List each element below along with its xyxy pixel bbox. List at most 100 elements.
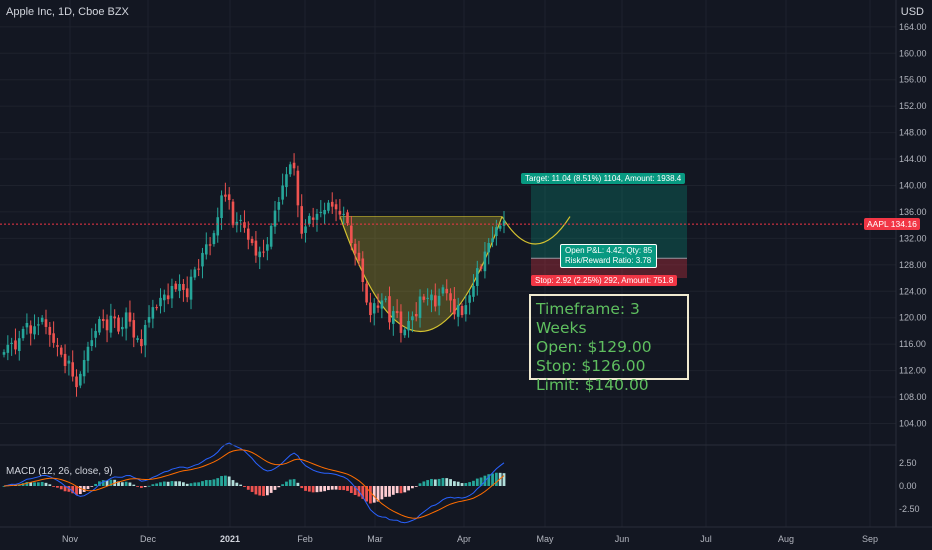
time-tick: Dec bbox=[140, 534, 157, 544]
time-tick: Jun bbox=[615, 534, 630, 544]
macd-histogram-bar bbox=[162, 481, 166, 486]
macd-histogram-bar bbox=[166, 481, 170, 486]
candle-body bbox=[105, 319, 109, 331]
candle-body bbox=[388, 296, 391, 323]
candle-body bbox=[456, 305, 460, 317]
candle-body bbox=[323, 209, 326, 215]
candle-body bbox=[185, 288, 189, 298]
candle-body bbox=[40, 317, 44, 322]
macd-histogram-bar bbox=[273, 486, 277, 490]
candle-body bbox=[128, 312, 132, 322]
candle-body bbox=[86, 346, 90, 361]
symbol-name: AAPL bbox=[867, 219, 889, 230]
price-tick: 120.00 bbox=[899, 313, 927, 323]
macd-tick: 0.00 bbox=[899, 481, 917, 491]
candle-body bbox=[273, 210, 277, 227]
time-tick: May bbox=[536, 534, 554, 544]
macd-histogram-bar bbox=[258, 486, 262, 496]
macd-histogram-bar bbox=[346, 486, 349, 491]
candle-body bbox=[418, 296, 422, 318]
candle-body bbox=[182, 283, 185, 290]
macd-histogram-bar bbox=[304, 486, 307, 491]
macd-histogram-bar bbox=[296, 482, 300, 486]
candle-body bbox=[239, 219, 242, 221]
macd-histogram-bar bbox=[120, 482, 124, 486]
candle-body bbox=[372, 303, 376, 314]
candle-body bbox=[266, 244, 269, 251]
macd-histogram-bar bbox=[334, 486, 338, 490]
price-chart[interactable]: 104.00 108.00 112.00 116.00 120.00 124.00 128.… bbox=[0, 0, 932, 550]
candle-body bbox=[475, 268, 479, 286]
macd-histogram-bar bbox=[185, 483, 189, 486]
candle-body bbox=[464, 305, 468, 315]
price-tick: 136.00 bbox=[899, 207, 927, 217]
macd-histogram-bar bbox=[494, 472, 498, 486]
macd-histogram-bar bbox=[52, 486, 56, 487]
candle-body bbox=[56, 345, 59, 347]
candle-body bbox=[201, 252, 204, 267]
candle-body bbox=[136, 338, 139, 340]
macd-histogram-bar bbox=[300, 486, 304, 489]
time-tick: 2021 bbox=[220, 534, 240, 544]
risk-reward-line: Risk/Reward Ratio: 3.78 bbox=[565, 256, 652, 265]
price-tick: 164.00 bbox=[899, 22, 927, 32]
candle-body bbox=[17, 338, 21, 352]
macd-histogram-bar bbox=[472, 480, 475, 486]
candle-body bbox=[82, 360, 86, 377]
candle-body bbox=[453, 298, 456, 315]
macd-histogram-bar bbox=[208, 480, 212, 486]
currency-label[interactable]: USD bbox=[901, 6, 924, 18]
candle-body bbox=[472, 285, 475, 297]
candle-body bbox=[441, 287, 445, 294]
limit-text: Limit: $140.00 bbox=[536, 376, 649, 394]
candle-body bbox=[468, 295, 471, 303]
macd-histogram-bar bbox=[124, 481, 128, 486]
chart-title: Apple Inc, 1D, Cboe BZX bbox=[6, 6, 129, 18]
price-tick: 140.00 bbox=[899, 180, 927, 190]
price-tick: 108.00 bbox=[899, 392, 927, 402]
macd-histogram-bar bbox=[430, 478, 433, 486]
macd-histogram-bar bbox=[140, 486, 143, 488]
macd-histogram-bar bbox=[143, 486, 147, 488]
candle-body bbox=[411, 316, 414, 321]
macd-histogram-bar bbox=[223, 475, 227, 486]
macd-histogram-bar bbox=[342, 486, 346, 491]
candle-body bbox=[495, 227, 498, 236]
candle-body bbox=[243, 222, 246, 228]
candle-body bbox=[479, 266, 483, 269]
candle-body bbox=[216, 217, 220, 236]
macd-histogram-bar bbox=[330, 486, 334, 490]
macd-legend[interactable]: MACD (12, 26, close, 9) bbox=[6, 466, 113, 477]
candle-body bbox=[246, 228, 250, 240]
candle-body bbox=[334, 204, 338, 210]
candle-body bbox=[155, 307, 158, 309]
candle-body bbox=[140, 338, 143, 347]
macd-histogram-bar bbox=[475, 478, 479, 486]
candle-body bbox=[369, 302, 372, 316]
candle-body bbox=[460, 305, 464, 316]
macd-histogram-bar bbox=[243, 486, 246, 487]
candle-body bbox=[6, 344, 10, 353]
macd-histogram-bar bbox=[449, 479, 452, 486]
candle-body bbox=[52, 333, 55, 343]
candle-body bbox=[422, 296, 426, 300]
candle-body bbox=[403, 329, 407, 336]
macd-histogram-bar bbox=[48, 484, 52, 486]
macd-histogram-bar bbox=[128, 482, 132, 486]
macd-histogram-bar bbox=[407, 486, 410, 491]
candle-body bbox=[330, 201, 334, 207]
pnl-line: Open P&L: 4.42, Qty: 85 bbox=[565, 246, 653, 255]
macd-histogram-bar bbox=[315, 486, 319, 493]
candle-body bbox=[121, 326, 124, 330]
candle-body bbox=[147, 317, 151, 323]
candle-body bbox=[304, 226, 307, 233]
candle-body bbox=[101, 319, 105, 322]
candle-body bbox=[376, 305, 380, 308]
candle-body bbox=[433, 295, 437, 307]
macd-histogram-bar bbox=[395, 486, 399, 494]
macd-histogram-bar bbox=[159, 482, 162, 486]
candle-body bbox=[262, 251, 265, 253]
candle-body bbox=[174, 283, 178, 290]
price-tick: 132.00 bbox=[899, 233, 927, 243]
macd-histogram-bar bbox=[414, 486, 418, 487]
